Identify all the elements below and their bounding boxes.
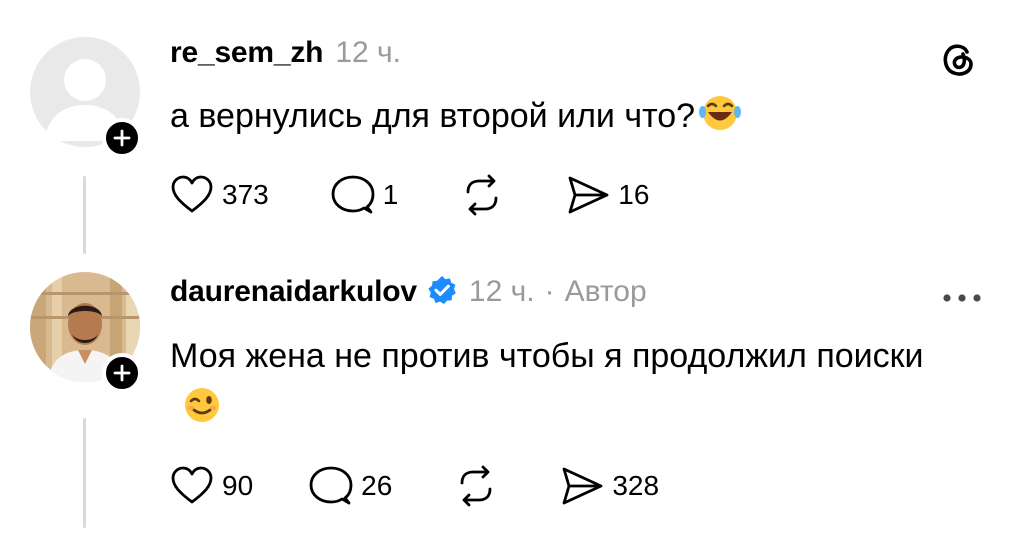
heart-icon — [171, 466, 213, 504]
reply-button[interactable]: 1 — [331, 174, 399, 216]
thread-line — [83, 418, 86, 528]
share-button[interactable]: 16 — [566, 174, 649, 216]
send-icon — [568, 176, 609, 214]
thread-line — [83, 176, 86, 254]
send-icon — [562, 467, 603, 505]
verified-badge-icon — [427, 275, 457, 310]
timestamp: 12 ч. — [468, 275, 535, 308]
repost-icon — [466, 174, 498, 216]
comment-text: а вернулись для второй или что? — [170, 90, 930, 148]
like-count: 373 — [222, 179, 269, 210]
like-button[interactable]: 90 — [170, 466, 253, 506]
repost-icon — [460, 465, 492, 507]
timestamp: 12 ч. — [335, 36, 401, 69]
reply-count: 1 — [382, 179, 399, 210]
comment-icon — [309, 466, 353, 505]
laughing-face-icon — [699, 93, 742, 148]
username[interactable]: daurenaidarkulov — [170, 275, 417, 309]
repost-button[interactable] — [454, 465, 498, 507]
comment-actions: 373 1 16 — [170, 174, 649, 216]
share-count: 328 — [612, 470, 660, 501]
separator: · — [544, 275, 555, 308]
comment-text: Моя жена не против чтобы я продолжил пои… — [170, 330, 960, 440]
share-button[interactable]: 328 — [560, 465, 659, 507]
more-button[interactable] — [942, 290, 982, 302]
avatar-wrap — [30, 37, 142, 158]
more-icon — [943, 294, 981, 302]
comment-actions: 90 26 328 — [170, 465, 659, 507]
plus-icon — [113, 364, 131, 382]
winking-face-icon — [182, 385, 222, 440]
follow-button[interactable] — [102, 353, 142, 393]
comment-header: daurenaidarkulov 12 ч. · Автор — [170, 275, 647, 310]
comment-icon — [331, 175, 375, 214]
avatar-wrap — [30, 272, 142, 393]
comment-header: re_sem_zh 12 ч. — [170, 36, 401, 70]
reply-button[interactable]: 26 — [309, 465, 392, 507]
share-count: 16 — [618, 179, 650, 210]
like-count: 90 — [222, 470, 254, 501]
like-button[interactable]: 373 — [170, 175, 269, 215]
threads-icon[interactable] — [940, 40, 978, 78]
username[interactable]: re_sem_zh — [170, 36, 324, 70]
follow-button[interactable] — [102, 118, 142, 158]
reply-count: 26 — [361, 470, 393, 501]
author-badge: Автор — [564, 275, 647, 308]
heart-icon — [171, 175, 213, 213]
repost-button[interactable] — [460, 174, 504, 216]
plus-icon — [113, 129, 131, 147]
